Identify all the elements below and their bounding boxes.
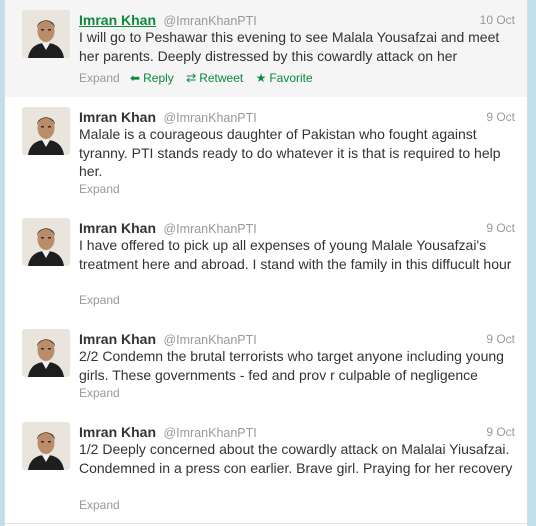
tweet-actions: Expand xyxy=(79,498,127,512)
tweet-timeline: Imran Khan @ImranKhanPTI 10 Oct I will g… xyxy=(4,0,528,526)
tweet-author-name[interactable]: Imran Khan xyxy=(79,424,156,440)
tweet-actions: Expand xyxy=(79,293,127,307)
tweet-timestamp[interactable]: 9 Oct xyxy=(486,110,515,124)
tweet-author-handle[interactable]: @ImranKhanPTI xyxy=(163,111,256,125)
expand-link[interactable]: Expand xyxy=(79,386,120,400)
retweet-button[interactable]: ⇄ Retweet xyxy=(186,71,243,85)
tweet-author-handle[interactable]: @ImranKhanPTI xyxy=(163,426,256,440)
tweet-text: I have offered to pick up all expenses o… xyxy=(79,237,512,272)
reply-arrow-icon: ⬅ xyxy=(130,71,141,85)
tweet-text: 1/2 Deeply concerned about the cowardly … xyxy=(79,441,513,476)
tweet-header: Imran Khan @ImranKhanPTI 10 Oct xyxy=(79,12,515,29)
retweet-label: Retweet xyxy=(199,71,244,85)
tweet-timestamp[interactable]: 9 Oct xyxy=(486,332,515,346)
tweet-author-handle[interactable]: @ImranKhanPTI xyxy=(163,14,256,28)
tweet-text: I will go to Peshawar this evening to se… xyxy=(79,29,500,64)
favorite-button[interactable]: ★ Favorite xyxy=(256,71,313,85)
page-scrollbar[interactable] xyxy=(528,0,536,526)
expand-link[interactable]: Expand xyxy=(79,293,120,307)
expand-link[interactable]: Expand xyxy=(79,182,120,196)
tweet-author-name[interactable]: Imran Khan xyxy=(79,12,156,28)
avatar[interactable] xyxy=(22,218,70,266)
expand-link[interactable]: Expand xyxy=(79,498,120,512)
tweet-author-handle[interactable]: @ImranKhanPTI xyxy=(163,333,256,347)
avatar[interactable] xyxy=(22,422,70,470)
reply-label: Reply xyxy=(143,71,174,85)
tweet-author-name[interactable]: Imran Khan xyxy=(79,109,156,125)
tweet-header: Imran Khan @ImranKhanPTI 9 Oct xyxy=(79,424,515,441)
retweet-icon: ⇄ xyxy=(186,71,197,85)
tweet-author-name[interactable]: Imran Khan xyxy=(79,220,156,236)
tweet-item[interactable]: Imran Khan @ImranKhanPTI 9 Oct 2/2 Conde… xyxy=(5,319,527,413)
expand-link[interactable]: Expand xyxy=(79,71,120,85)
tweet-timestamp[interactable]: 9 Oct xyxy=(486,425,515,439)
avatar[interactable] xyxy=(22,107,70,155)
avatar[interactable] xyxy=(22,329,70,377)
reply-button[interactable]: ⬅ Reply xyxy=(130,71,174,85)
avatar[interactable] xyxy=(22,10,70,58)
favorite-label: Favorite xyxy=(269,71,313,85)
tweet-author-handle[interactable]: @ImranKhanPTI xyxy=(163,222,256,236)
tweet-text: Malale is a courageous daughter of Pakis… xyxy=(79,126,501,179)
star-icon: ★ xyxy=(255,71,267,85)
tweet-item[interactable]: Imran Khan @ImranKhanPTI 10 Oct I will g… xyxy=(5,0,527,98)
tweet-actions: Expand xyxy=(79,182,127,196)
tweet-timestamp[interactable]: 9 Oct xyxy=(486,221,515,235)
tweet-header: Imran Khan @ImranKhanPTI 9 Oct xyxy=(79,109,515,126)
tweet-text: 2/2 Condemn the brutal terrorists who ta… xyxy=(79,348,504,383)
tweet-item[interactable]: Imran Khan @ImranKhanPTI 9 Oct Malale is… xyxy=(5,97,527,209)
tweet-item[interactable]: Imran Khan @ImranKhanPTI 9 Oct 1/2 Deepl… xyxy=(5,412,527,524)
tweet-header: Imran Khan @ImranKhanPTI 9 Oct xyxy=(79,220,515,237)
tweet-header: Imran Khan @ImranKhanPTI 9 Oct xyxy=(79,331,515,348)
tweet-author-name[interactable]: Imran Khan xyxy=(79,331,156,347)
tweet-actions: Expand xyxy=(79,386,127,400)
tweet-timestamp[interactable]: 10 Oct xyxy=(480,13,515,27)
tweet-item[interactable]: Imran Khan @ImranKhanPTI 9 Oct I have of… xyxy=(5,208,527,320)
tweet-actions: Expand ⬅ Reply ⇄ Retweet ★ Favorite xyxy=(79,71,322,85)
